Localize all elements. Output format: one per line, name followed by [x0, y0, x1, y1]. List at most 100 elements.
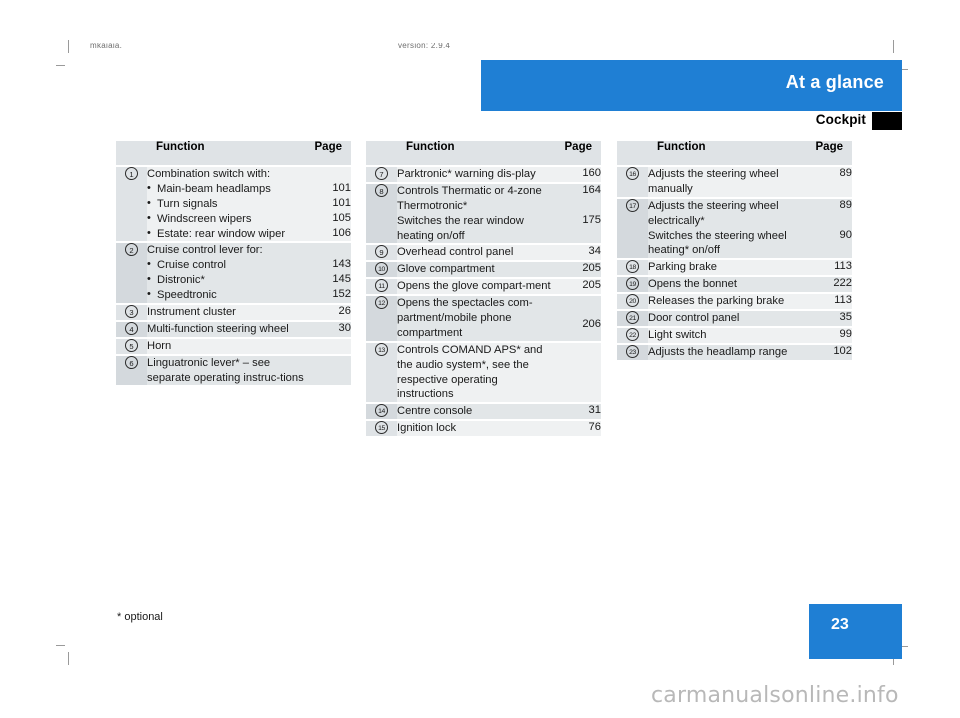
page-reference: 101 — [307, 196, 351, 212]
page-reference: 106 — [307, 226, 351, 243]
function-description: Opens the bonnet — [648, 275, 808, 294]
table-row: 23 Adjusts the headlamp range 102 — [617, 342, 852, 360]
bullet-item: Speedtronic — [147, 287, 307, 303]
table-row: Estate: rear window wiper106 — [116, 226, 351, 243]
function-table-column-3: Function Page 16 Adjusts the steering wheel… — [617, 141, 852, 360]
function-description: Switches the steering wheel heating* on/… — [648, 228, 808, 260]
page-reference: 31 — [557, 402, 601, 421]
circled-number-icon: 8 — [375, 183, 388, 197]
function-description: Light switch — [648, 325, 808, 344]
circled-number-icon: 7 — [375, 167, 388, 180]
circled-number-icon: 11 — [375, 279, 388, 293]
page-reference: 152 — [307, 288, 351, 305]
table-row: Distronic*145 — [116, 272, 351, 289]
page-reference: 113 — [808, 292, 852, 311]
column-header-function: Function — [147, 141, 307, 166]
page-reference: 90 — [808, 228, 852, 260]
circled-number-icon: 10 — [375, 262, 388, 276]
page-reference: 105 — [307, 211, 351, 227]
function-description: Parktronic* warning dis-play — [397, 165, 557, 183]
table-row: 4 Multi-function steering wheel 30 — [116, 319, 351, 338]
table-header-row: Function Page — [617, 141, 852, 166]
item-number: 18 — [617, 258, 648, 277]
circled-number-icon: 13 — [375, 342, 388, 356]
table-row: 16 Adjusts the steering wheel manually 89 — [617, 165, 852, 198]
circled-number-icon: 17 — [626, 198, 639, 212]
page-reference — [307, 353, 351, 386]
bullet-item: Cruise control — [147, 257, 307, 273]
function-description: Speedtronic — [147, 287, 307, 305]
circled-number-icon: 2 — [125, 243, 138, 257]
circled-number-icon: 23 — [626, 344, 639, 358]
function-description: Controls COMAND APS* and the audio syste… — [397, 340, 557, 404]
page-reference: 143 — [307, 258, 351, 274]
circled-number-icon: 5 — [125, 338, 138, 352]
table-row: 18 Parking brake 113 — [617, 258, 852, 277]
column-header-function: Function — [648, 141, 808, 166]
circled-number-icon: 18 — [626, 260, 639, 274]
item-number: 14 — [366, 402, 397, 421]
table-row: 3 Instrument cluster 26 — [116, 303, 351, 321]
item-number: 2 — [116, 241, 147, 305]
function-table: Function Page 16 Adjusts the steering wheel… — [617, 141, 852, 360]
circled-number-icon: 19 — [626, 277, 639, 291]
function-table: Function Page 7 Parktronic* warning dis-pla… — [366, 141, 601, 437]
table-row: 8 Controls Thermatic or 4-zone Thermotron… — [366, 181, 601, 245]
item-number: 3 — [116, 303, 147, 321]
item-number: 5 — [116, 336, 147, 355]
table-row: 5 Horn — [116, 336, 351, 355]
item-number: 10 — [366, 260, 397, 279]
item-number: 6 — [116, 353, 147, 386]
table-row: Turn signals101 — [116, 196, 351, 212]
function-description: Cruise control lever for: — [147, 241, 307, 259]
page-reference: 145 — [307, 273, 351, 289]
table-row: Main-beam headlamps101 — [116, 181, 351, 197]
function-description: Ignition lock — [397, 419, 557, 437]
circled-number-icon: 9 — [375, 245, 388, 259]
table-row: 1 Combination switch with: — [116, 164, 351, 243]
function-description: Opens the spectacles com-partment/mobile… — [397, 294, 557, 342]
page-reference: 34 — [557, 243, 601, 262]
page-reference: 175 — [557, 213, 601, 245]
function-description: Overhead control panel — [397, 243, 557, 262]
function-description: Switches the rear window heating on/off — [397, 213, 557, 245]
item-number: 15 — [366, 419, 397, 437]
function-description: Combination switch with: — [147, 165, 307, 182]
function-description: Adjusts the steering wheel electrically* — [648, 196, 808, 229]
page-reference: 164 — [557, 181, 601, 214]
table-row: Switches the steering wheel heating* on/… — [617, 228, 852, 260]
item-number: 20 — [617, 292, 648, 311]
clipped-version-label: version: 2.9.4 — [398, 43, 451, 48]
table-row: 22 Light switch 99 — [617, 325, 852, 344]
page-reference: 99 — [808, 325, 852, 344]
page-reference — [307, 165, 351, 182]
function-description: Linguatronic lever* – see separate opera… — [147, 353, 307, 386]
circled-number-icon: 20 — [626, 294, 639, 308]
item-number: 23 — [617, 342, 648, 360]
item-number: 13 — [366, 340, 397, 404]
table-header-row: Function Page — [116, 141, 351, 166]
circled-number-icon: 1 — [125, 167, 138, 180]
section-tab-marker — [872, 112, 902, 130]
function-description: Glove compartment — [397, 260, 557, 279]
page-reference: 89 — [808, 196, 852, 229]
function-description: Instrument cluster — [147, 303, 307, 321]
table-row: 13 Controls COMAND APS* and the audio sys… — [366, 340, 601, 404]
circled-number-icon: 14 — [375, 404, 388, 418]
crop-mark-left-upper — [56, 65, 65, 66]
table-row: Speedtronic152 — [116, 287, 351, 305]
optional-footnote: * optional — [117, 611, 163, 623]
function-description: Multi-function steering wheel — [147, 319, 307, 338]
crop-mark-top-right — [893, 40, 894, 53]
circled-number-icon: 15 — [375, 421, 388, 435]
item-number: 7 — [366, 165, 397, 183]
function-description: Cruise control — [147, 257, 307, 274]
page-reference: 35 — [808, 309, 852, 327]
column-header-page: Page — [307, 141, 351, 166]
page-reference: 102 — [808, 342, 852, 360]
table-row: 11 Opens the glove compart-ment 205 — [366, 277, 601, 296]
bullet-item: Distronic* — [147, 272, 307, 288]
item-number: 22 — [617, 325, 648, 344]
item-number: 16 — [617, 165, 648, 198]
table-row: 6 Linguatronic lever* – see separate oper… — [116, 353, 351, 386]
